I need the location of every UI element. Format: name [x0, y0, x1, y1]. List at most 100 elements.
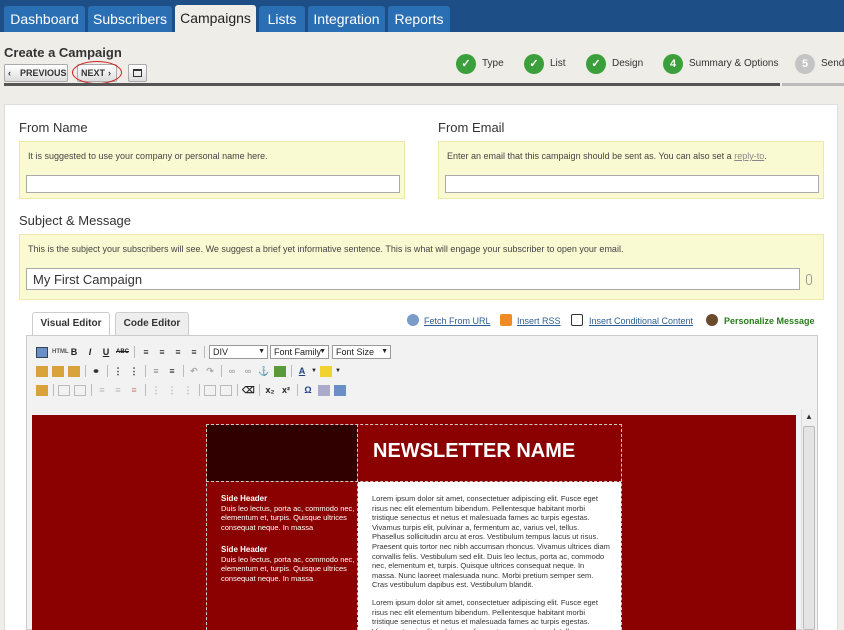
tab-reports[interactable]: Reports	[388, 6, 450, 32]
justify-icon[interactable]: ≡	[188, 347, 200, 358]
from-email-input[interactable]	[445, 175, 819, 193]
preview-button[interactable]	[128, 64, 147, 82]
insert-rss-link[interactable]: Insert RSS	[517, 316, 561, 326]
source-icon[interactable]	[36, 347, 48, 358]
hint-period: .	[764, 151, 767, 161]
font-family-value: Font Family	[274, 347, 322, 357]
from-name-input[interactable]	[26, 175, 400, 193]
media-icon[interactable]	[318, 385, 330, 396]
next-button[interactable]: NEXT ›	[77, 64, 117, 82]
paste-icon[interactable]	[36, 366, 48, 377]
step-label: Type	[482, 58, 504, 69]
scroll-up-icon[interactable]: ▲	[803, 411, 815, 423]
outdent-icon[interactable]: ≡	[150, 366, 162, 377]
template-icon[interactable]	[334, 385, 346, 396]
text-color-icon[interactable]: A	[296, 366, 308, 377]
from-name-hint: It is suggested to use your company or p…	[28, 151, 268, 161]
globe-icon	[407, 314, 419, 326]
window-icon	[133, 69, 142, 77]
italic-icon[interactable]: I	[84, 347, 96, 358]
split-cells-icon[interactable]	[204, 385, 216, 396]
table-props-icon[interactable]	[74, 385, 86, 396]
toolbar-separator	[53, 384, 54, 396]
unlink-icon[interactable]: ∞	[242, 366, 254, 377]
step-number: 5	[795, 54, 815, 74]
highlight-color-icon[interactable]	[320, 366, 332, 377]
step-number: 4	[663, 54, 683, 74]
tab-integration[interactable]: Integration	[308, 6, 385, 32]
align-left-icon[interactable]: ≡	[140, 347, 152, 358]
progress-track	[4, 83, 780, 86]
delete-col-icon[interactable]: ⋮	[182, 385, 194, 396]
delete-row-icon[interactable]: ≡	[128, 385, 140, 396]
format-select-value: DIV	[213, 347, 229, 357]
col-before-icon[interactable]: ⋮	[150, 385, 162, 396]
personalize-message-link[interactable]: Personalize Message	[724, 316, 815, 326]
html-icon[interactable]: HTML	[52, 347, 69, 358]
find-icon[interactable]: ⚭	[90, 366, 102, 377]
toolbar-separator	[221, 365, 222, 377]
bullet-list-icon[interactable]: ⋮	[112, 366, 124, 377]
tab-code-editor[interactable]: Code Editor	[115, 312, 189, 336]
toolbar-separator	[134, 346, 135, 358]
strikethrough-icon[interactable]: ABC	[116, 347, 129, 358]
toolbar-separator	[107, 365, 108, 377]
col-after-icon[interactable]: ⋮	[166, 385, 178, 396]
eraser-icon[interactable]: ⌫	[242, 385, 255, 396]
row-after-icon[interactable]: ≡	[112, 385, 124, 396]
tab-campaigns[interactable]: Campaigns	[175, 5, 256, 32]
tab-visual-editor[interactable]: Visual Editor	[32, 312, 110, 337]
toolbar-separator	[204, 346, 205, 358]
toolbar-separator	[291, 365, 292, 377]
edit-icon[interactable]	[36, 385, 48, 396]
chevron-down-icon: ▼	[319, 348, 326, 355]
step-label: Summary & Options	[689, 58, 779, 69]
tab-subscribers[interactable]: Subscribers	[88, 6, 172, 32]
row-before-icon[interactable]: ≡	[96, 385, 108, 396]
font-family-select[interactable]: Font Family ▼	[270, 345, 329, 359]
fetch-from-url-link[interactable]: Fetch From URL	[424, 316, 491, 326]
chevron-down-icon[interactable]: ▼	[332, 366, 344, 377]
tab-dashboard[interactable]: Dashboard	[4, 6, 85, 32]
align-center-icon[interactable]: ≡	[156, 347, 168, 358]
toolbar-separator	[145, 384, 146, 396]
paperclip-icon[interactable]	[806, 274, 812, 285]
underline-icon[interactable]: U	[100, 347, 112, 358]
previous-button[interactable]: ‹ PREVIOUS	[4, 64, 68, 82]
toolbar-separator	[297, 384, 298, 396]
indent-icon[interactable]: ≡	[166, 366, 178, 377]
insert-conditional-link[interactable]: Insert Conditional Content	[589, 316, 693, 326]
chevron-right-icon: ›	[108, 68, 111, 78]
tab-lists[interactable]: Lists	[259, 6, 305, 32]
merge-cells-icon[interactable]	[220, 385, 232, 396]
step-label: Design	[612, 58, 644, 69]
reply-to-link[interactable]: reply-to	[734, 151, 764, 161]
redo-icon[interactable]: ↷	[204, 366, 216, 377]
numbered-list-icon[interactable]: ⋮	[128, 366, 140, 377]
font-size-select[interactable]: Font Size ▼	[332, 345, 391, 359]
font-size-value: Font Size	[336, 347, 375, 357]
link-icon[interactable]: ∞	[226, 366, 238, 377]
scroll-thumb[interactable]	[803, 426, 815, 630]
superscript-icon[interactable]: x²	[280, 385, 292, 396]
toolbar-separator	[237, 384, 238, 396]
side-header: Side Header	[221, 494, 268, 503]
side-text: Duis leo lectus, porta ac, commodo nec, …	[221, 554, 355, 583]
check-icon: ✓	[586, 54, 606, 74]
paste-word-icon[interactable]	[68, 366, 80, 377]
subject-input[interactable]: My First Campaign	[26, 268, 800, 290]
image-icon[interactable]	[274, 366, 286, 377]
conditional-icon	[571, 314, 583, 326]
table-icon[interactable]	[58, 385, 70, 396]
paste-text-icon[interactable]	[52, 366, 64, 377]
special-char-icon[interactable]: Ω	[302, 385, 314, 396]
bold-icon[interactable]: B	[68, 347, 80, 358]
undo-icon[interactable]: ↶	[188, 366, 200, 377]
chevron-left-icon: ‹	[8, 68, 11, 78]
anchor-icon[interactable]: ⚓	[258, 366, 270, 377]
format-select[interactable]: DIV ▼	[209, 345, 268, 359]
chevron-down-icon[interactable]: ▼	[308, 366, 320, 377]
align-right-icon[interactable]: ≡	[172, 347, 184, 358]
check-icon: ✓	[456, 54, 476, 74]
subscript-icon[interactable]: x₂	[264, 385, 276, 396]
